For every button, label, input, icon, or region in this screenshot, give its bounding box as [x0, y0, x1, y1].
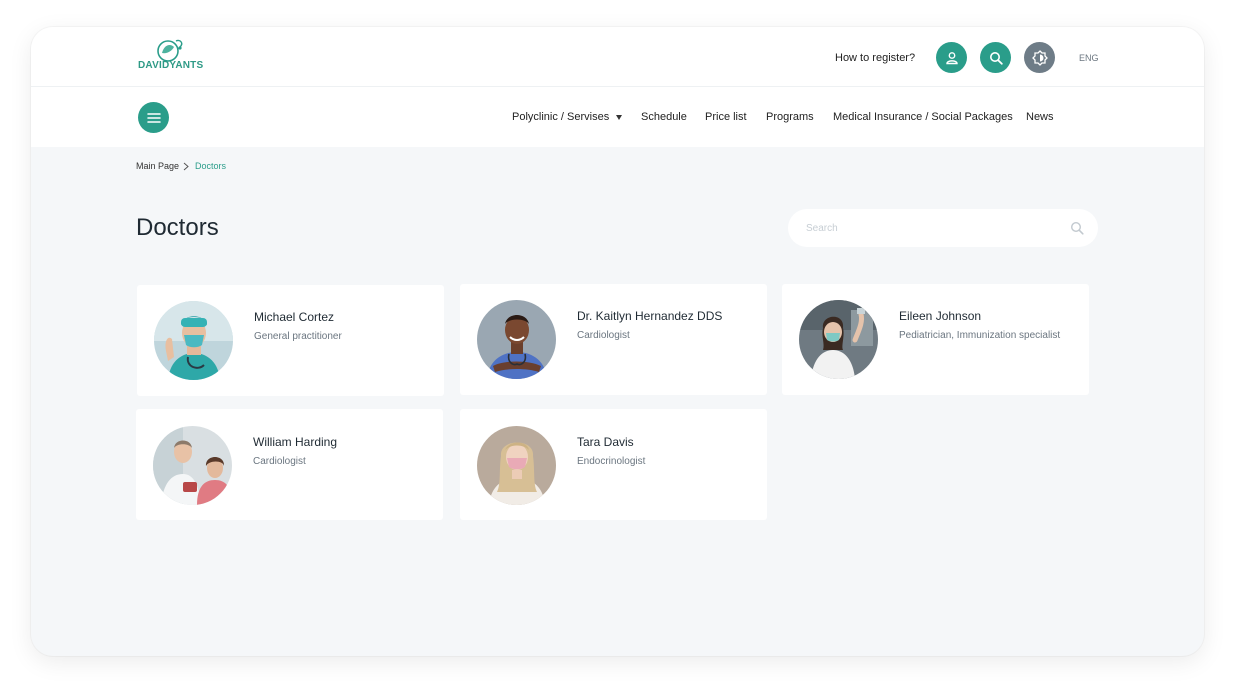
main-navigation: Polyclinic / Servises Schedule Price lis…	[31, 87, 1204, 147]
nav-item-news[interactable]: News	[1026, 111, 1054, 123]
doctor-photo	[799, 300, 878, 379]
doctor-card[interactable]: Tara Davis Endocrinologist	[460, 409, 767, 520]
hamburger-icon	[146, 112, 161, 123]
nav-item-programs[interactable]: Programs	[766, 111, 814, 123]
nav-item-schedule[interactable]: Schedule	[641, 111, 687, 123]
caret-down-icon	[616, 114, 623, 120]
header-search-button[interactable]	[980, 42, 1011, 73]
doctor-specialty: Pediatrician, Immunization specialist	[899, 330, 1061, 341]
doctor-photo	[477, 300, 556, 379]
doctor-name: Eileen Johnson	[899, 309, 982, 323]
doctor-photo	[153, 426, 232, 505]
language-selector[interactable]: ENG	[1079, 53, 1099, 63]
nav-item-price-list[interactable]: Price list	[705, 111, 747, 123]
doctor-card[interactable]: Eileen Johnson Pediatrician, Immunizatio…	[782, 284, 1089, 395]
breadcrumb-current: Doctors	[195, 161, 227, 171]
search-icon	[989, 51, 1003, 65]
brand-logo[interactable]: DAVIDYANTS	[138, 37, 204, 77]
doctor-name: Michael Cortez	[254, 310, 335, 324]
doctor-card[interactable]: Michael Cortez General practitioner	[137, 285, 444, 396]
doctor-specialty: General practitioner	[254, 331, 342, 342]
nav-item-polyclinic-services[interactable]: Polyclinic / Servises	[512, 111, 623, 123]
doctor-search	[788, 209, 1098, 247]
doctor-specialty: Cardiologist	[577, 330, 630, 341]
doctor-specialty: Endocrinologist	[577, 456, 646, 467]
menu-button[interactable]	[138, 102, 169, 133]
search-input[interactable]	[806, 222, 1070, 234]
doctor-photo	[477, 426, 556, 505]
doctor-card[interactable]: William Harding Cardiologist	[136, 409, 443, 520]
nav-item-label: Polyclinic / Servises	[512, 111, 610, 123]
nav-item-medical-insurance[interactable]: Medical Insurance / Social Packages	[833, 111, 1013, 123]
user-icon	[945, 51, 958, 64]
brand-name: DAVIDYANTS	[138, 60, 204, 71]
breadcrumb: Main Page Doctors	[136, 161, 226, 171]
doctor-name: Tara Davis	[577, 435, 634, 449]
page-title: Doctors	[136, 214, 219, 241]
contrast-icon	[1031, 49, 1048, 66]
how-to-register-link[interactable]: How to register?	[835, 52, 915, 64]
doctor-specialty: Cardiologist	[253, 456, 306, 467]
doctor-name: William Harding	[253, 435, 338, 449]
accessibility-contrast-button[interactable]	[1024, 42, 1055, 73]
doctor-photo	[154, 301, 233, 380]
top-header: DAVIDYANTS How to register? ENG	[31, 27, 1204, 87]
search-icon[interactable]	[1070, 221, 1084, 235]
browser-frame: DAVIDYANTS How to register? ENG Polyclin…	[31, 27, 1204, 656]
doctor-card[interactable]: Dr. Kaitlyn Hernandez DDS Cardiologist	[460, 284, 767, 395]
breadcrumb-home-link[interactable]: Main Page	[136, 161, 179, 171]
doctor-name: Dr. Kaitlyn Hernandez DDS	[577, 309, 723, 323]
chevron-right-icon	[183, 162, 189, 171]
account-button[interactable]	[936, 42, 967, 73]
